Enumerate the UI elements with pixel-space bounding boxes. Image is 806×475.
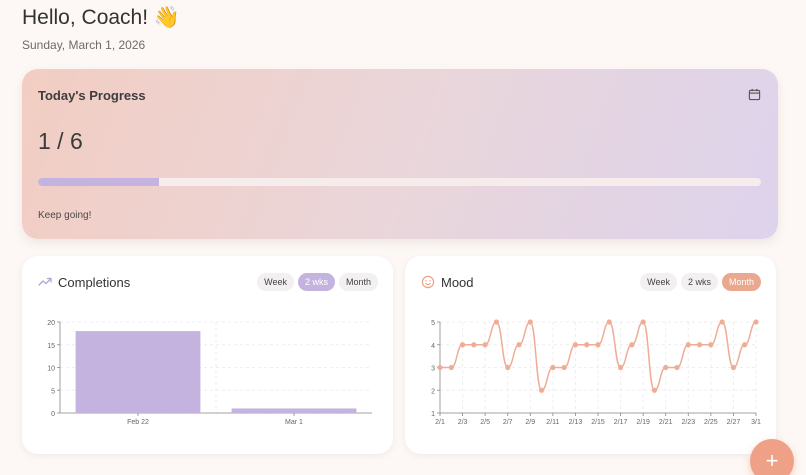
mood-point xyxy=(708,342,714,348)
mood-point xyxy=(640,319,646,325)
mood-point xyxy=(606,319,612,325)
x-tick-label: 2/5 xyxy=(480,419,490,426)
x-tick-label: 2/27 xyxy=(727,419,741,426)
completions-card: Completions Week 2 wks Month 0 5 10 15 20 Feb… xyxy=(22,256,393,454)
y-tick-label: 10 xyxy=(47,366,55,373)
x-tick-label: Feb 22 xyxy=(127,419,149,426)
mood-point xyxy=(550,364,556,371)
date-label: Sunday, March 1, 2026 xyxy=(22,38,146,52)
progress-bar xyxy=(38,178,761,186)
mood-point xyxy=(572,342,579,348)
bar xyxy=(231,408,357,413)
y-tick-label: 4 xyxy=(431,343,435,350)
progress-title: Today's Progress xyxy=(38,88,146,103)
mood-point xyxy=(730,364,737,371)
y-tick-label: 15 xyxy=(47,343,55,350)
x-tick-label: 2/3 xyxy=(458,419,468,426)
mood-point xyxy=(651,387,658,393)
add-button[interactable]: + xyxy=(750,439,794,475)
x-tick-label: Mar 1 xyxy=(285,419,303,426)
mood-point xyxy=(505,364,511,371)
mood-point xyxy=(448,364,454,371)
x-tick-label: 2/21 xyxy=(659,419,673,426)
x-tick-label: 2/11 xyxy=(546,419,559,426)
calendar-icon[interactable] xyxy=(748,88,761,101)
y-tick-label: 5 xyxy=(51,388,55,395)
x-tick-label: 3/1 xyxy=(751,419,761,426)
mood-point xyxy=(674,364,680,371)
x-tick-label: 2/7 xyxy=(503,419,513,426)
mood-point xyxy=(482,342,488,348)
mood-point xyxy=(617,364,624,371)
x-tick-label: 2/13 xyxy=(569,419,583,426)
mood-point xyxy=(584,342,590,348)
mood-point xyxy=(629,342,635,348)
progress-message: Keep going! xyxy=(38,210,92,221)
mood-point xyxy=(437,364,443,371)
progress-card: Today's Progress 1 / 6 Keep going! xyxy=(22,69,778,239)
progress-count: 1 / 6 xyxy=(38,128,83,154)
x-tick-label: 2/19 xyxy=(636,419,650,426)
x-tick-label: 2/23 xyxy=(681,419,695,426)
y-tick-label: 2 xyxy=(431,388,435,395)
x-tick-label: 2/25 xyxy=(704,419,718,426)
mood-point xyxy=(538,387,545,393)
mood-point xyxy=(742,342,748,348)
mood-point xyxy=(753,319,759,325)
x-tick-label: 2/1 xyxy=(435,419,445,426)
greeting: Hello, Coach! 👋 xyxy=(22,6,181,29)
mood-point xyxy=(516,342,522,348)
mood-point xyxy=(459,342,466,348)
y-tick-label: 0 xyxy=(51,411,55,418)
bar xyxy=(75,331,201,413)
x-tick-label: 2/17 xyxy=(614,419,628,426)
mood-chart: 1 2 3 4 5 2/1 2/3 2/5 2/7 2/9 2/11 2/13 2/15 2/17 2/19… xyxy=(431,319,761,426)
mood-point xyxy=(527,319,533,325)
mood-point xyxy=(561,364,567,371)
x-tick-label: 2/15 xyxy=(591,419,605,426)
mood-point xyxy=(696,342,703,348)
mood-card: Mood Week 2 wks Month 1 2 3 4 5 2/1 2/3 2/5 2/7 2… xyxy=(405,256,776,454)
completions-chart: 0 5 10 15 20 Feb 22 Mar 1 xyxy=(47,320,372,426)
mood-point xyxy=(595,342,601,348)
mood-point xyxy=(493,319,500,325)
progress-bar-fill xyxy=(38,178,159,186)
mood-point xyxy=(663,364,669,371)
y-tick-label: 5 xyxy=(431,320,435,327)
mood-series-line xyxy=(439,321,757,392)
x-tick-label: 2/9 xyxy=(525,419,535,426)
y-tick-label: 20 xyxy=(47,320,55,327)
mood-point xyxy=(685,342,691,348)
y-tick-label: 1 xyxy=(431,411,435,418)
mood-point xyxy=(719,319,725,325)
mood-point xyxy=(471,342,477,348)
y-tick-label: 3 xyxy=(431,366,435,373)
